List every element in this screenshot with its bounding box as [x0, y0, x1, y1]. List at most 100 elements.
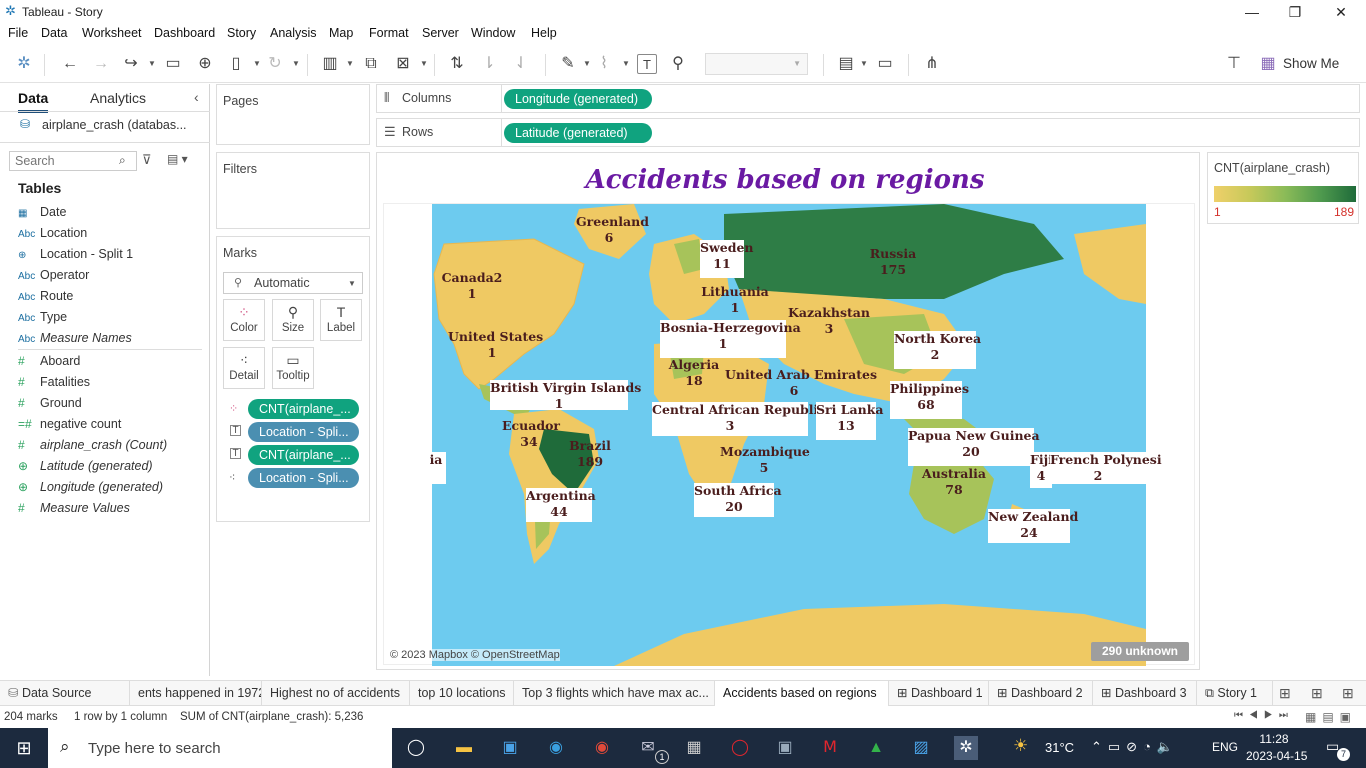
duplicate-icon[interactable]: ⧉: [361, 54, 381, 74]
field-measure-values[interactable]: # Measure Values: [18, 501, 130, 521]
search-input[interactable]: [9, 151, 137, 171]
tab-sheet[interactable]: top 10 locations: [410, 681, 514, 706]
field-longitude-generated[interactable]: ⊕ Longitude (generated): [18, 480, 163, 500]
rows-pill[interactable]: Latitude (generated): [504, 123, 652, 143]
app-icon[interactable]: ▣: [773, 736, 797, 760]
field-ground[interactable]: # Ground: [18, 396, 82, 416]
tab-navigation-icons[interactable]: ⏮◀▶⏭: [1234, 710, 1294, 721]
tab-data-source[interactable]: ⛁ Data Source: [0, 681, 130, 706]
clock-time[interactable]: 11:28: [1251, 732, 1297, 746]
tab-dashboard[interactable]: ⊞ Dashboard 2: [989, 681, 1093, 706]
tab-data[interactable]: Data: [18, 90, 49, 113]
map-label-new-zealand[interactable]: New Zealand 24: [988, 509, 1078, 543]
map-label-argentina[interactable]: Argentina 44: [526, 488, 596, 522]
show-me-button[interactable]: Show Me: [1283, 56, 1339, 71]
tab-sheet-active[interactable]: Accidents based on regions: [715, 681, 889, 706]
pages-shelf[interactable]: Pages: [216, 84, 370, 145]
columns-pill[interactable]: Longitude (generated): [504, 89, 652, 109]
pin-icon[interactable]: ⚲: [668, 54, 688, 74]
format-painter-icon[interactable]: ⊤: [1224, 54, 1244, 74]
collapse-icon[interactable]: ‹: [194, 89, 199, 105]
opera-icon[interactable]: ◯: [728, 736, 752, 760]
minimize-button[interactable]: —: [1229, 2, 1275, 22]
field-type[interactable]: Abc Type: [18, 310, 67, 330]
temperature[interactable]: 31°C: [1045, 740, 1074, 755]
tab-dashboard[interactable]: ⊞ Dashboard 1: [889, 681, 989, 706]
sort-asc-icon[interactable]: ⇂: [479, 54, 499, 74]
presentation-icon[interactable]: ▭: [875, 54, 895, 74]
cards-icon[interactable]: ▤: [836, 54, 856, 74]
menu-file[interactable]: File: [8, 26, 28, 40]
pause-updates-icon[interactable]: ▯: [226, 54, 246, 74]
menu-server[interactable]: Server: [422, 26, 459, 40]
color-pill[interactable]: CNT(airplane_...: [248, 399, 359, 419]
field-aboard[interactable]: # Aboard: [18, 354, 80, 374]
field-airplane-crash-count[interactable]: # airplane_crash (Count): [18, 438, 167, 458]
label-pill-count[interactable]: CNT(airplane_...: [248, 445, 359, 465]
group-icon[interactable]: ⌇: [594, 54, 614, 74]
restore-button[interactable]: ❐: [1272, 2, 1318, 22]
map-label-canada2[interactable]: Canada2 1: [438, 270, 506, 302]
windows-start-icon[interactable]: ⊞: [12, 736, 36, 760]
tab-sheet[interactable]: Top 3 flights which have max ac...: [514, 681, 715, 706]
field-fatalities[interactable]: # Fatalities: [18, 375, 90, 395]
field-measure-names[interactable]: Abc Measure Names: [18, 331, 132, 351]
map-label-bosnia-herzegovina[interactable]: Bosnia-Herzegovina 1: [660, 320, 801, 358]
map-label-algeria[interactable]: Algeria 18: [666, 357, 722, 389]
tab-sheet[interactable]: Highest no of accidents: [262, 681, 410, 706]
menu-format[interactable]: Format: [369, 26, 409, 40]
store-icon[interactable]: ▣: [498, 736, 522, 760]
mark-type-dropdown[interactable]: ⚲ Automatic ▼: [223, 272, 363, 294]
task-view-icon[interactable]: ◯: [404, 736, 428, 760]
datasource-name[interactable]: airplane_crash (databas...: [42, 118, 187, 132]
map-label-north-korea[interactable]: North Korea 2: [894, 331, 981, 369]
new-story-tab-icon[interactable]: ⊞: [1342, 685, 1354, 702]
map-label-sri-lanka[interactable]: Sri Lanka 13: [816, 402, 883, 440]
map-label-ia[interactable]: ia: [426, 452, 446, 484]
label-pill-location[interactable]: Location - Spli...: [248, 422, 359, 442]
clock-date[interactable]: 2023-04-15: [1246, 749, 1307, 763]
system-tray-icons[interactable]: ⌃▭⊘◔🔈: [1091, 739, 1179, 755]
map-label-french-polynesi[interactable]: French Polynesi 2: [1050, 452, 1162, 484]
map-label-russia[interactable]: Russia 175: [864, 246, 922, 278]
field-date[interactable]: ▦ Date: [18, 205, 66, 225]
view-toggle-icons[interactable]: ▦▤▣: [1305, 710, 1357, 724]
menu-story[interactable]: Story: [227, 26, 256, 40]
tab-analytics[interactable]: Analytics: [90, 90, 146, 106]
map-label-papua-new-guinea[interactable]: Papua New Guinea 20: [908, 428, 1040, 466]
tab-story[interactable]: ⧉ Story 1: [1197, 681, 1273, 706]
replay-icon[interactable]: ↪: [121, 54, 141, 74]
map-label-greenland[interactable]: Greenland 6: [576, 214, 649, 246]
app-triangle-icon[interactable]: ▲: [864, 736, 888, 760]
color-legend[interactable]: CNT(airplane_crash) 1 189: [1207, 152, 1359, 224]
menu-dashboard[interactable]: Dashboard: [154, 26, 215, 40]
app-m-icon[interactable]: Ⅿ: [818, 736, 842, 760]
filter-icon[interactable]: ⊽: [142, 152, 152, 168]
show-me-icon[interactable]: ▦: [1258, 54, 1278, 74]
map-label-australia[interactable]: Australia 78: [920, 466, 988, 498]
unknown-indicator[interactable]: 290 unknown: [1091, 642, 1189, 661]
map-label-ecuador[interactable]: Ecuador 34: [502, 418, 560, 450]
taskbar-search[interactable]: ⌕ Type here to search: [48, 728, 392, 768]
map-label-south-africa[interactable]: South Africa 20: [694, 483, 782, 517]
edge-icon[interactable]: ◉: [544, 736, 568, 760]
map-label-united-arab-emirates[interactable]: United Arab Emirates 6: [725, 367, 877, 399]
new-worksheet-tab-icon[interactable]: ⊞: [1279, 685, 1291, 702]
menu-help[interactable]: Help: [531, 26, 557, 40]
tableau-taskbar-icon[interactable]: ✲: [954, 736, 978, 760]
map-label-philippines[interactable]: Philippines 68: [890, 381, 969, 419]
map-label-sweden[interactable]: Sweden 11: [700, 240, 754, 278]
field-location-split-1[interactable]: ⊕ Location - Split 1: [18, 247, 133, 267]
label-button[interactable]: T Label: [320, 299, 362, 341]
field-operator[interactable]: Abc Operator: [18, 268, 89, 288]
filters-shelf[interactable]: Filters: [216, 152, 370, 229]
tooltip-button[interactable]: ▭ Tooltip: [272, 347, 314, 389]
field-route[interactable]: Abc Route: [18, 289, 73, 309]
tableau-icon[interactable]: ✲: [14, 54, 34, 74]
highlight-icon[interactable]: ✎: [558, 54, 578, 74]
new-worksheet-icon[interactable]: ▥: [320, 54, 340, 74]
detail-button[interactable]: ⁖ Detail: [223, 347, 265, 389]
view-options-icon[interactable]: ▤ ▾: [167, 152, 188, 166]
menu-data[interactable]: Data: [41, 26, 67, 40]
map-label-lithuania[interactable]: Lithuania 1: [701, 284, 769, 316]
